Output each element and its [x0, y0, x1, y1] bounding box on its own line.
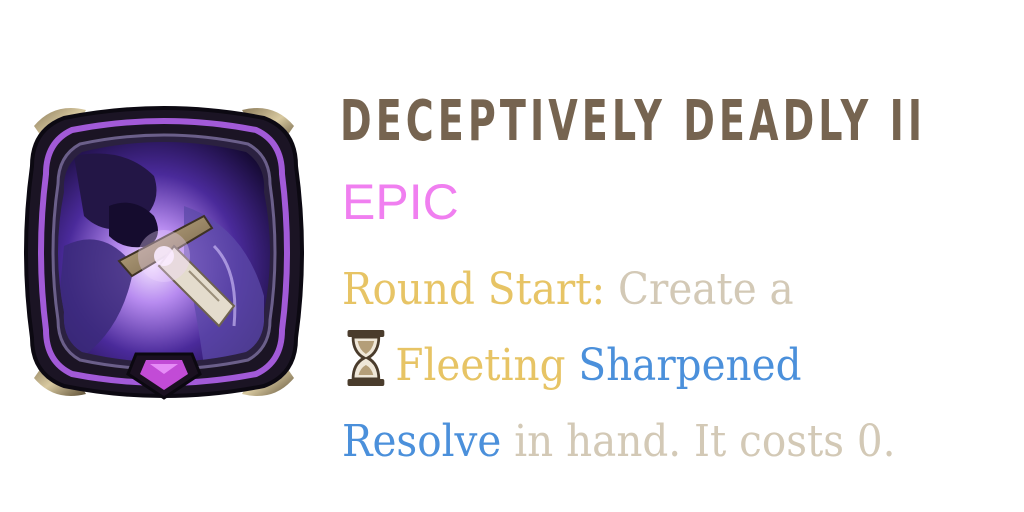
fleeting-keyword: Fleeting [395, 340, 566, 391]
description-line-3: Resolve in hand. It costs 0. [342, 404, 968, 480]
description-text: Create a [605, 264, 794, 315]
augment-description: Round Start: Create a Fleeting Sharpened… [342, 252, 968, 480]
rarity-label: EPIC [342, 174, 459, 230]
hourglass-icon [347, 330, 385, 386]
round-start-keyword: Round Start: [342, 264, 606, 315]
augment-icon [14, 96, 314, 408]
sharpened-keyword: Sharpened [578, 340, 802, 391]
augment-title: DECEPTIVELY DEADLY II [340, 89, 927, 154]
augment-card: DECEPTIVELY DEADLY II EPIC Round Start: … [0, 0, 1024, 512]
description-text: in hand. It costs 0. [501, 416, 896, 467]
resolve-keyword: Resolve [342, 416, 502, 467]
description-line-2: Fleeting Sharpened [342, 328, 968, 404]
description-line-1: Round Start: Create a [342, 252, 968, 328]
